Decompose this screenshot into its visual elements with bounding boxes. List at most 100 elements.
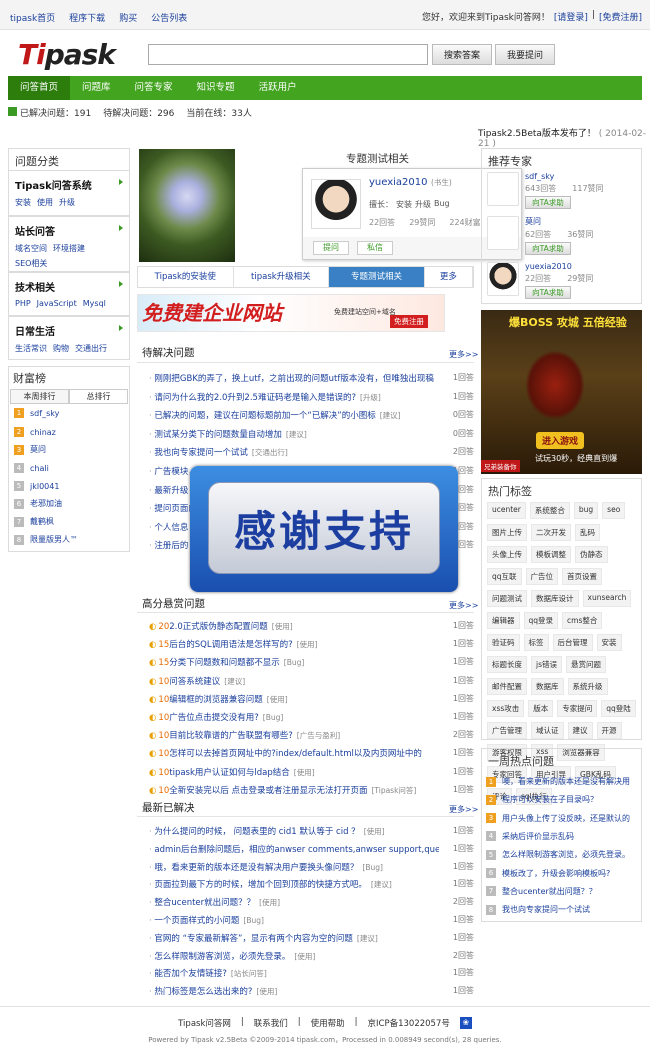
tag-item[interactable]: 邮件配置 [487,678,527,695]
question-tag[interactable]: [使用] [294,768,315,777]
category-group[interactable]: Tipask问答系统 安装 使用 升级 [8,170,130,216]
ad-banner[interactable]: 免费建企业网站 免费建站空间+域名 免费注册 [137,294,445,332]
hot-question-item[interactable]: 2 程序可以安装在子目录吗？ [486,794,636,805]
rank-item[interactable]: 5 jkl0041 [14,481,59,491]
question-link[interactable]: tipask用户认证如何与ldap结合 [169,768,290,778]
question-row[interactable]: · 为什么提问的时候， 问题表里的 cid1 默认等于 cid ？ [使用] 1回答 [149,825,474,838]
question-row[interactable]: · 一个页面样式的小问题 [Bug] 1回答 [149,914,474,927]
question-link[interactable]: 测试某分类下的问题数量自动增加 [154,430,282,440]
question-tag[interactable]: [使用] [267,695,288,704]
question-tag[interactable]: [交通出行] [252,448,288,457]
tag-item[interactable]: qq互联 [487,568,522,585]
question-link[interactable]: admin后台删除问题后，相应的anwser comments,anwser s… [154,845,439,855]
category-group[interactable]: 日常生活 生活常识 购物 交通出行 [8,316,130,360]
question-row[interactable]: · 整合ucenter就出问题？？ [使用] 2回答 [149,896,474,909]
rank-item[interactable]: 7 戴鹤枫 [14,516,54,527]
site-logo[interactable]: Tipask [18,38,116,71]
question-tag[interactable]: [Bug] [263,713,284,722]
question-row[interactable]: ◐ 15分类下问题数和问题都不显示 [Bug] 1回答 [149,656,474,669]
tag-item[interactable]: 开源 [596,722,622,739]
top-link-download[interactable]: 程序下载 [69,11,105,24]
top-link-buy[interactable]: 购买 [119,11,137,24]
question-link[interactable]: 注册后的 [154,541,188,551]
tag-item[interactable]: 系统升级 [567,678,608,695]
question-link[interactable]: 整合ucenter就出问题？？ [154,898,255,908]
expert-item[interactable]: sdf_sky 643回答 117赞同 向TA求助 [487,172,604,209]
question-link[interactable]: 广告位点击提交没有用? [169,713,259,723]
question-link[interactable]: 2.0正式版伪静态配置问题 [169,622,268,632]
tag-item[interactable]: 域认证 [531,722,564,739]
tag-item[interactable]: 广告管理 [487,722,527,739]
question-link[interactable]: 哦，看来更新的版本还是没有解决用户要换头像问题？ [154,863,358,873]
question-tag[interactable]: [升级] [360,393,381,402]
notice[interactable]: Tipask2.5Beta版本发布了！ ( 2014-02-21 ) [478,126,650,149]
question-tag[interactable]: [使用] [259,898,280,907]
reward-more-link[interactable]: 更多>> [449,600,478,611]
tag-item[interactable]: 问题测试 [487,590,527,607]
question-tag[interactable]: [站长问答] [231,969,267,978]
question-tag[interactable]: [Bug] [284,658,305,667]
question-link[interactable]: 编辑框的浏览器兼容问题 [169,695,263,705]
tab-week[interactable]: 本周排行 [10,389,69,404]
tag-item[interactable]: 图片上传 [487,524,527,541]
question-row[interactable]: ◐ 10问答系统建议 [建议] 1回答 [149,675,474,688]
topic-tab[interactable]: tipask升级相关 [234,267,330,287]
tag-item[interactable]: 悬赏问题 [566,656,606,673]
hot-question-item[interactable]: 1 噢，看来更新的版本还是没有解决用 [486,776,636,787]
tag-item[interactable]: ucenter [487,502,526,519]
question-tag[interactable]: [Tipask问答] [371,786,416,795]
question-row[interactable]: ◐ 10广告位点击提交没有用? [Bug] 1回答 [149,711,474,724]
thanks-overlay[interactable]: 感谢支持 [190,466,458,592]
search-input[interactable] [148,44,428,65]
tag-item[interactable]: 首页设置 [562,568,603,585]
question-tag[interactable]: [使用] [256,987,277,996]
question-link[interactable]: 后台的SQL调用语法是怎样写的? [169,640,292,650]
ask-button[interactable]: 提问 [313,241,349,255]
question-link[interactable]: 我也向专家提问一个试试 [154,448,248,458]
tag-item[interactable]: 建议 [567,722,593,739]
question-link[interactable]: 官网的 “专家最新解答”，显示有两个内容为空的问题 [154,934,353,944]
question-row[interactable]: ◐ 10怎样可以去掉首页网址中的?index/default.html以及内页网址… [149,747,474,760]
rank-item[interactable]: 6 老邪加油 [14,498,62,509]
expert-item[interactable]: yuexia2010 22回答 29赞同 向TA求助 [487,262,593,299]
hot-question-item[interactable]: 7 整合ucenter就出问题？？ [486,886,636,897]
question-tag[interactable]: [建议] [380,411,401,420]
question-tag[interactable]: [使用] [294,952,315,961]
category-group[interactable]: 技术相关 PHP JavaScript Mysql [8,272,130,316]
top-link-notice[interactable]: 公告列表 [151,11,187,24]
question-link[interactable]: 分类下问题数和问题都不显示 [169,658,280,668]
tag-item[interactable]: 验证码 [487,634,520,651]
question-tag[interactable]: [建议] [371,880,392,889]
avatar[interactable] [311,179,361,229]
footer-link[interactable]: 联系我们 [254,1017,288,1029]
question-row[interactable]: · 热门标签是怎么选出来的? [使用] 1回答 [149,985,474,998]
tab-total[interactable]: 总排行 [69,389,128,404]
solved-more-link[interactable]: 更多>> [449,804,478,815]
question-link[interactable]: 一个页面样式的小问题 [154,916,239,926]
enter-game-button[interactable]: 进入游戏 [536,432,585,449]
question-row[interactable]: · 怎么样限制游客浏览，必须先登录。 [使用] 2回答 [149,950,474,963]
question-row[interactable]: ◐ 202.0正式版伪静态配置问题 [使用] 1回答 [149,620,474,633]
tag-item[interactable]: cms整合 [562,612,603,629]
nav-topics[interactable]: 知识专题 [185,76,247,100]
question-tag[interactable]: [建议] [357,934,378,943]
tag-item[interactable]: seo [602,502,626,519]
avatar[interactable] [487,172,519,206]
question-link[interactable]: 页面拉到最下方的时候，增加个回到顶部的快捷方式吧。 [154,880,367,890]
tag-item[interactable]: xss攻击 [487,700,525,717]
question-link[interactable]: 请问为什么我的2.0升到2.5难证码老是输入是错误的? [154,393,356,403]
question-row[interactable]: ◐ 10全新安装完以后 点击登录或者注册显示无法打开页面 [Tipask问答] 1回答 [149,784,474,797]
question-row[interactable]: ◐ 10tipask用户认证如何与ldap结合 [使用] 1回答 [149,766,474,779]
question-row[interactable]: ◐ 15后台的SQL调用语法是怎样写的? [使用] 1回答 [149,638,474,651]
search-answer-button[interactable]: 搜索答案 [432,44,492,65]
nav-experts[interactable]: 问答专家 [123,76,185,100]
footer-link[interactable]: Tipask问答网 [178,1017,231,1029]
tag-item[interactable]: 数据库设计 [531,590,579,607]
tag-item[interactable]: 二次开发 [531,524,571,541]
question-link[interactable]: 刚刚把GBK的弄了，换上utf，之前出现的问题utf版本没有，但唯独出现稿 [154,374,433,384]
question-tag[interactable]: [广告与盈利] [297,731,340,740]
top-link-home[interactable]: tipask首页 [10,11,55,24]
hot-question-item[interactable]: 3 用户头像上传了没反映，还是默认的 [486,813,636,824]
question-tag[interactable]: [建议] [286,430,307,439]
question-row[interactable]: · admin后台删除问题后，相应的anwser comments,anwser… [149,843,474,856]
